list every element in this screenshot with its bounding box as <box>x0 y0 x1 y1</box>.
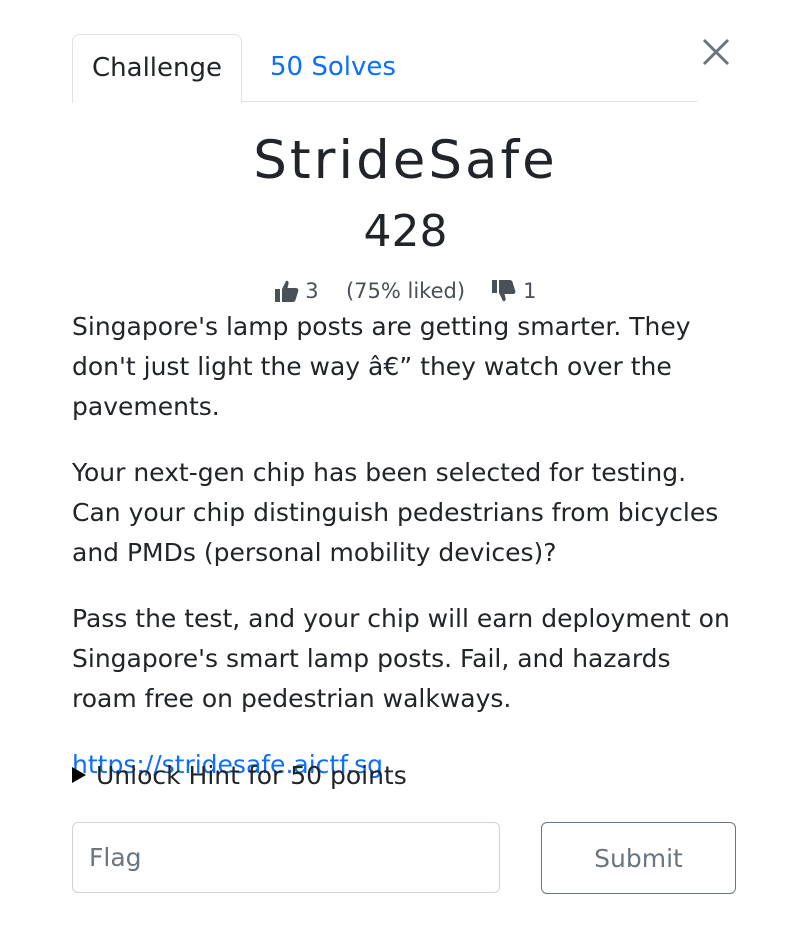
dislikes-count: 1 <box>523 279 537 303</box>
hint-label: Unlock Hint for 50 points <box>96 761 407 790</box>
description-paragraph: Pass the test, and your chip will earn d… <box>72 604 730 713</box>
likes-count: 3 <box>305 279 319 303</box>
submit-button[interactable]: Submit <box>541 822 736 894</box>
unlock-hint-toggle[interactable]: Unlock Hint for 50 points <box>72 756 407 796</box>
challenge-name: StrideSafe <box>253 130 558 191</box>
description-paragraph: Singapore's lamp posts are getting smart… <box>72 312 691 421</box>
challenge-description: Singapore's lamp posts are getting smart… <box>72 307 742 811</box>
liked-percent: (75% liked) <box>345 279 466 303</box>
rating-summary: 3 (75% liked) 1 <box>0 276 811 306</box>
challenge-points: 428 <box>363 206 448 257</box>
tab-challenge[interactable]: Challenge <box>72 34 242 103</box>
thumbs-down-icon[interactable] <box>492 279 523 303</box>
challenge-modal: Challenge 50 Solves StrideSafe 428 3 (75… <box>0 0 811 931</box>
description-paragraph: Your next-gen chip has been selected for… <box>72 458 719 567</box>
flag-input[interactable] <box>72 822 500 893</box>
challenge-tabs: Challenge 50 Solves <box>72 34 697 103</box>
triangle-right-icon <box>72 767 86 783</box>
close-icon[interactable] <box>700 36 732 68</box>
thumbs-up-icon[interactable] <box>274 279 306 303</box>
tab-solves[interactable]: 50 Solves <box>270 34 396 100</box>
